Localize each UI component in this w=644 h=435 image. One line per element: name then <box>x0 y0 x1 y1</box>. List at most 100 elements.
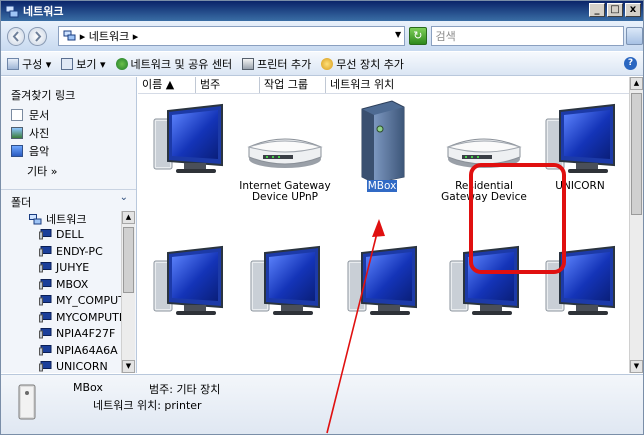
tree-item-network[interactable]: 네트워크 <box>29 211 86 227</box>
computer-item[interactable] <box>138 239 238 359</box>
tree-item-label: ENDY-PC <box>56 244 103 258</box>
refresh-icon: ↻ <box>413 29 423 42</box>
scroll-up-icon[interactable]: ▲ <box>122 211 135 224</box>
tree-scrollbar[interactable]: ▲ ▼ <box>121 211 135 373</box>
forward-button[interactable] <box>28 26 47 46</box>
computer-icon <box>250 245 320 315</box>
maximize-button[interactable]: □ <box>607 3 623 17</box>
computer-icon <box>39 262 52 273</box>
tree-item-label: UNICORN <box>56 360 108 373</box>
computer-item[interactable] <box>138 97 238 217</box>
refresh-button[interactable]: ↻ <box>409 27 427 45</box>
column-location[interactable]: 네트워크 위치 <box>326 77 416 93</box>
favorite-label: 음악 <box>29 145 50 158</box>
details-category: 범주: 기타 장치 <box>149 383 221 396</box>
tree-item-label: NPIA64A6A <box>56 343 118 357</box>
computer-item[interactable] <box>235 239 335 359</box>
column-label: 범주 <box>200 78 221 91</box>
tree-item[interactable]: MY_COMPUT <box>39 294 121 307</box>
computer-icon <box>39 344 52 355</box>
scroll-thumb[interactable] <box>123 227 134 293</box>
column-label: 이름 <box>142 78 163 91</box>
tree-item[interactable]: JUHYE <box>39 261 89 274</box>
command-bar: 구성 ▾ 보기 ▾ 네트워크 및 공유 센터 프린터 추가 무선 장치 추가 ? <box>1 52 643 76</box>
tree-item[interactable]: NPIA64A6A <box>39 344 118 357</box>
organize-button[interactable]: 구성 ▾ <box>7 56 51 72</box>
view-label: 보기 ▾ <box>76 57 106 71</box>
navigation-pane: 즐겨찾기 링크 문서 사진 음악 기타 » 폴더 ⌄ 네트워크 DELL ENDY-… <box>1 77 137 373</box>
content-scrollbar[interactable]: ▲ ▼ <box>629 77 643 373</box>
address-input[interactable]: ▸ 네트워크 ▸ ▼ <box>57 26 406 46</box>
network-icon <box>5 5 19 18</box>
folders-title: 폴더 <box>11 196 32 209</box>
more-link[interactable]: 기타 » <box>27 163 57 179</box>
window-title: 네트워크 <box>23 5 64 18</box>
device-icon <box>18 384 36 420</box>
scroll-down-icon[interactable]: ▼ <box>630 360 643 373</box>
favorite-pictures[interactable]: 사진 <box>11 125 49 141</box>
pictures-icon <box>11 127 23 139</box>
add-printer-label: 프린터 추가 <box>257 57 312 71</box>
computer-item[interactable] <box>332 239 432 359</box>
column-name[interactable]: 이름 ▲ <box>138 77 196 93</box>
computer-icon <box>39 328 52 339</box>
network-icon <box>63 30 76 41</box>
file-list: 이름 ▲ 범주 작업 그룹 네트워크 위치 Internet Gateway D… <box>138 77 643 373</box>
network-center-icon <box>115 57 128 70</box>
column-label: 네트워크 위치 <box>330 78 395 91</box>
music-icon <box>11 145 23 157</box>
tree-item[interactable]: ENDY-PC <box>39 245 103 258</box>
add-wireless-button[interactable]: 무선 장치 추가 <box>321 56 404 72</box>
tree-item-label: NPIA4F27F <box>56 327 116 340</box>
network-center-label: 네트워크 및 공유 센터 <box>130 57 233 71</box>
back-button[interactable] <box>7 26 26 46</box>
computer-icon <box>39 295 52 306</box>
tree-item-label: DELL <box>56 228 84 241</box>
tree-item[interactable]: NPIA4F27F <box>39 327 115 340</box>
computer-icon <box>347 245 417 315</box>
view-button[interactable]: 보기 ▾ <box>61 56 106 72</box>
search-icon[interactable] <box>625 27 643 45</box>
tree-item[interactable]: DELL <box>39 228 84 241</box>
chevron-down-icon[interactable]: ▼ <box>395 30 401 39</box>
tree-item-label: MY_COMPUT <box>56 294 121 307</box>
scroll-down-icon[interactable]: ▼ <box>122 360 135 373</box>
favorites-title: 즐겨찾기 링크 <box>11 89 76 102</box>
tree-item[interactable]: MYCOMPUTE <box>39 311 121 324</box>
tower-icon <box>361 100 405 184</box>
folders-header[interactable]: 폴더 ⌄ <box>1 189 136 209</box>
minimize-button[interactable]: _ <box>589 3 605 17</box>
network-center-button[interactable]: 네트워크 및 공유 센터 <box>115 56 233 72</box>
highlight-box <box>469 163 566 274</box>
printer-icon <box>242 57 255 70</box>
column-workgroup[interactable]: 작업 그룹 <box>260 77 326 93</box>
back-arrow-icon <box>12 30 19 42</box>
search-input[interactable]: 검색 <box>430 26 624 46</box>
help-icon[interactable]: ? <box>624 57 637 70</box>
tree-item[interactable]: UNICORN <box>39 360 108 373</box>
favorite-music[interactable]: 음악 <box>11 143 49 159</box>
forward-arrow-icon <box>35 30 42 42</box>
network-icon <box>29 213 42 224</box>
tree-item-label: MYCOMPUTE <box>56 310 121 324</box>
computer-icon <box>39 278 52 289</box>
tree-item-label: MBOX <box>56 277 89 291</box>
document-icon <box>11 109 23 121</box>
router-item[interactable]: Internet Gateway Device UPnP <box>235 97 335 217</box>
tower-item[interactable]: MBox <box>332 97 432 217</box>
explorer-window: 네트워크 _ □ x ▸ 네트워크 ▸ ▼ ↻ 검색 구성 ▾ 보기 ▾ 네트워… <box>0 0 644 435</box>
add-printer-button[interactable]: 프린터 추가 <box>242 56 311 72</box>
title-bar[interactable]: 네트워크 _ □ x <box>1 1 643 21</box>
close-button[interactable]: x <box>625 3 641 17</box>
scroll-up-icon[interactable]: ▲ <box>630 77 643 90</box>
details-location: 네트워크 위치: printer <box>93 399 202 412</box>
favorite-documents[interactable]: 문서 <box>11 107 49 123</box>
column-category[interactable]: 범주 <box>196 77 260 93</box>
details-name: MBox <box>73 381 103 394</box>
tree-item[interactable]: MBOX <box>39 278 88 291</box>
scroll-thumb[interactable] <box>631 93 642 215</box>
column-label: 작업 그룹 <box>264 78 308 91</box>
address-bar: ▸ 네트워크 ▸ ▼ ↻ 검색 <box>1 21 643 51</box>
tree-item-label: 네트워크 <box>46 213 87 226</box>
wireless-icon <box>321 57 334 70</box>
